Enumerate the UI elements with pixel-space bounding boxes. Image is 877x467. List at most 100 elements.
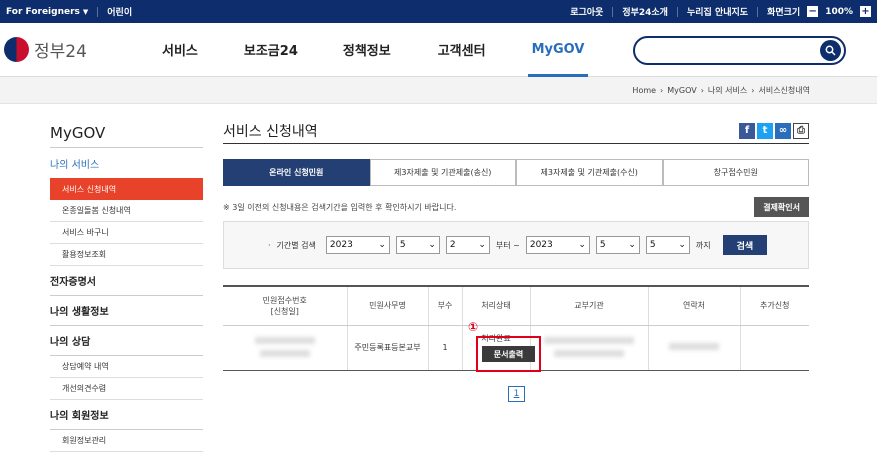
to-day-value: 5 — [649, 240, 656, 250]
sidebar-item-service-history[interactable]: 서비스 신청내역 — [50, 178, 203, 200]
zoom-in-button[interactable]: + — [860, 6, 871, 17]
redacted-value — [554, 349, 624, 357]
sidebar-item-e-certificate[interactable]: 전자증명서 — [50, 266, 203, 296]
sidebar-item-service-basket[interactable]: 서비스 바구니 — [50, 222, 203, 244]
redacted-value — [669, 343, 719, 350]
share-buttons: f t ∞ ⎙ — [739, 122, 809, 139]
tab-third-party-received[interactable]: 제3자제출 및 기관제출(수신) — [516, 159, 663, 186]
chevron-right-icon: › — [700, 85, 704, 95]
col-copies: 부수 — [427, 285, 462, 326]
chevron-down-icon: ⌄ — [378, 240, 386, 250]
search-button[interactable] — [820, 40, 841, 61]
for-foreigners-link[interactable]: For Foreigners — [6, 7, 80, 17]
from-month-value: 5 — [399, 240, 406, 250]
sidebar-item-consult-booking[interactable]: 상담예약 내역 — [50, 356, 203, 378]
chevron-right-icon: › — [660, 85, 664, 95]
copies-cell: 1 — [427, 325, 462, 371]
filter-search-button[interactable]: 검색 — [722, 235, 768, 255]
col-office-name: 민원사무명 — [346, 285, 428, 326]
site-logo[interactable]: 정부24 — [4, 37, 154, 62]
print-icon[interactable]: ⎙ — [793, 122, 809, 139]
nav-subsidy[interactable]: 보조금24 — [244, 23, 298, 77]
document-print-button[interactable]: 문서출력 — [482, 346, 535, 362]
nav-services[interactable]: 서비스 — [162, 23, 198, 77]
payment-receipt-button[interactable]: 결제확인서 — [754, 197, 809, 217]
redacted-value — [259, 349, 310, 357]
tab-online-applications[interactable]: 온라인 신청민원 — [223, 159, 370, 186]
kids-link[interactable]: 어린이 — [107, 5, 132, 18]
breadcrumb-current: 서비스신청내역 — [758, 85, 810, 95]
col-contact: 연락처 — [647, 285, 740, 326]
filter-label: 기간별 검색 — [276, 240, 316, 250]
chevron-down-icon[interactable]: ▼ — [83, 8, 88, 16]
facebook-icon[interactable]: f — [739, 122, 755, 139]
divider — [676, 6, 678, 17]
nav-mygov[interactable]: MyGOV — [527, 23, 589, 77]
issuing-agency-cell — [529, 325, 648, 371]
search-icon — [825, 45, 836, 56]
search-input[interactable] — [633, 36, 846, 65]
to-month-select[interactable]: 5 ⌄ — [595, 236, 640, 254]
chevron-down-icon: ⌄ — [478, 240, 486, 250]
sidebar-item-consult[interactable]: 나의 상담 — [50, 326, 203, 356]
to-text: 까지 — [695, 240, 711, 250]
breadcrumb-home[interactable]: Home — [632, 86, 656, 95]
from-day-value: 2 — [449, 240, 456, 250]
breadcrumb-mygov[interactable]: MyGOV — [667, 86, 696, 95]
sidebar: MyGOV 나의 서비스 서비스 신청내역 온종일돌봄 신청내역 서비스 바구니… — [50, 118, 203, 452]
from-month-select[interactable]: 5 ⌄ — [395, 236, 440, 254]
sitemap-link[interactable]: 누리집 안내지도 — [687, 5, 748, 18]
from-day-select[interactable]: 2 ⌄ — [445, 236, 490, 254]
divider — [97, 6, 99, 17]
sidebar-item-my-services[interactable]: 나의 서비스 — [50, 148, 203, 178]
filter-bullet: · — [268, 240, 271, 250]
page-title-row: 서비스 신청내역 f t ∞ ⎙ — [223, 118, 809, 144]
zoom-control: 화면크기 − 100% + — [767, 5, 871, 18]
to-year-value: 2023 — [529, 240, 553, 250]
chevron-down-icon: ⌄ — [628, 240, 636, 250]
additional-cell — [739, 325, 809, 371]
sidebar-item-life-info[interactable]: 나의 생활정보 — [50, 296, 203, 326]
from-text: 부터 ~ — [495, 240, 520, 250]
sidebar-item-member-info[interactable]: 나의 회원정보 — [50, 400, 203, 430]
chevron-down-icon: ⌄ — [678, 240, 686, 250]
main-header: 정부24 서비스 보조금24 정책정보 고객센터 MyGOV — [0, 23, 877, 77]
contact-cell — [647, 325, 740, 371]
chevron-right-icon: › — [751, 85, 755, 95]
to-day-select[interactable]: 5 ⌄ — [645, 236, 690, 254]
page-title: 서비스 신청내역 — [223, 123, 318, 140]
nav-policy[interactable]: 정책정보 — [343, 23, 391, 77]
zoom-out-button[interactable]: − — [807, 6, 819, 17]
about-link[interactable]: 정부24소개 — [622, 5, 668, 18]
logout-link[interactable]: 로그아웃 — [570, 5, 603, 18]
sidebar-item-info-lookup[interactable]: 활용정보조회 — [50, 244, 203, 266]
sidebar-item-feedback[interactable]: 개선의견수렴 — [50, 378, 203, 400]
from-year-select[interactable]: 2023 ⌄ — [325, 236, 390, 254]
sidebar-title: MyGOV — [50, 118, 203, 148]
tab-counter-applications[interactable]: 창구접수민원 — [662, 159, 809, 186]
pagination-page-1[interactable]: 1 — [508, 386, 525, 402]
government-emblem-icon — [4, 37, 29, 62]
link-icon[interactable]: ∞ — [775, 122, 791, 139]
date-filter: · 기간별 검색 2023 ⌄ 5 ⌄ 2 ⌄ 부터 ~ 2023 ⌄ 5 ⌄ 5 ⌄ 까지… — [223, 221, 809, 269]
office-name-cell: 주민등록표등본교부 — [346, 325, 428, 371]
divider — [612, 6, 614, 17]
notice-row: ※ 3일 이전의 신청내용은 검색기간을 입력한 후 확인하시기 바랍니다. 결… — [223, 197, 809, 217]
sidebar-item-care-history[interactable]: 온종일돌봄 신청내역 — [50, 200, 203, 222]
tab-third-party-sent[interactable]: 제3자제출 및 기관제출(송신) — [369, 159, 516, 186]
logo-text: 정부24 — [34, 42, 87, 62]
to-year-select[interactable]: 2023 ⌄ — [525, 236, 590, 254]
sidebar-item-member-manage[interactable]: 회원정보관리 — [50, 430, 203, 452]
tab-bar: 온라인 신청민원 제3자제출 및 기관제출(송신) 제3자제출 및 기관제출(수… — [223, 159, 809, 186]
to-month-value: 5 — [599, 240, 606, 250]
sidebar-submenu: 서비스 신청내역 온종일돌봄 신청내역 서비스 바구니 활용정보조회 — [50, 178, 203, 266]
twitter-icon[interactable]: t — [757, 122, 773, 139]
chevron-down-icon: ⌄ — [428, 240, 436, 250]
annotation-number: ① — [468, 320, 479, 334]
nav-customer-center[interactable]: 고객센터 — [438, 23, 486, 77]
top-utility-bar: For Foreigners ▼ 어린이 로그아웃 정부24소개 누리집 안내지… — [0, 0, 877, 23]
col-issuing-agency: 교부기관 — [529, 285, 648, 326]
breadcrumb-my-services[interactable]: 나의 서비스 — [708, 85, 747, 96]
notice-text: ※ 3일 이전의 신청내용은 검색기간을 입력한 후 확인하시기 바랍니다. — [223, 202, 457, 212]
breadcrumb: Home › MyGOV › 나의 서비스 › 서비스신청내역 — [0, 77, 877, 104]
